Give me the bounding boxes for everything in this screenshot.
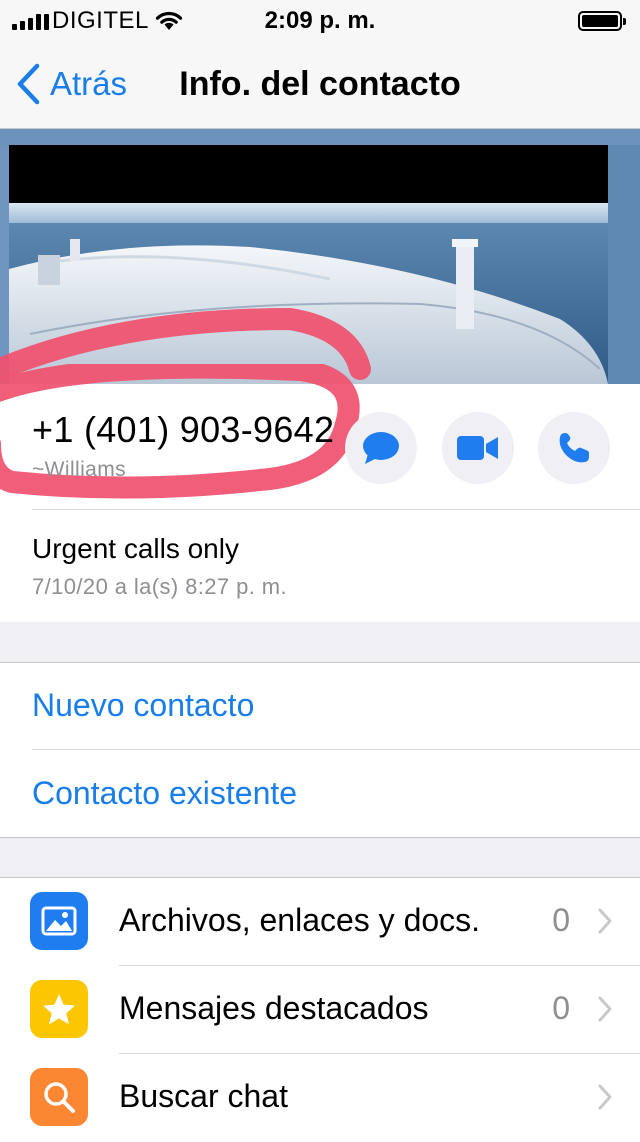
media-count: 0 xyxy=(552,902,570,938)
starred-messages-label: Mensajes destacados xyxy=(119,990,429,1026)
star-icon xyxy=(30,980,88,1038)
battery-icon xyxy=(578,11,626,31)
starred-count: 0 xyxy=(552,990,570,1026)
chat-options-group: Archivos, enlaces y docs. 0 Mensajes des… xyxy=(0,877,640,1142)
contact-about-date: 7/10/20 a la(s) 8:27 p. m. xyxy=(32,574,287,599)
existing-contact-button[interactable]: Contacto existente xyxy=(32,775,297,812)
phone-icon xyxy=(559,433,589,463)
add-contact-group: Nuevo contacto Contacto existente xyxy=(0,662,640,838)
page-title: Info. del contacto xyxy=(179,65,461,103)
clock: 2:09 p. m. xyxy=(264,7,376,34)
ship-photo-image xyxy=(0,129,640,384)
chevron-right-icon xyxy=(598,996,612,1022)
message-icon xyxy=(363,432,399,464)
voice-call-button[interactable] xyxy=(538,412,610,484)
starred-messages-row[interactable]: Mensajes destacados 0 xyxy=(0,966,640,1052)
chevron-right-icon xyxy=(598,908,612,934)
search-chat-label: Buscar chat xyxy=(119,1078,288,1114)
profile-photo[interactable] xyxy=(0,129,640,384)
media-links-docs-row[interactable]: Archivos, enlaces y docs. 0 xyxy=(0,878,640,964)
media-links-docs-label: Archivos, enlaces y docs. xyxy=(119,902,481,938)
contact-phone-number: +1 (401) 903-9642 xyxy=(32,409,335,450)
status-bar: DIGITEL 2:09 p. m. xyxy=(0,0,640,40)
divider xyxy=(32,749,640,750)
contact-about: Urgent calls only xyxy=(32,533,239,564)
contact-card: +1 (401) 903-9642 ~Williams Urgent calls… xyxy=(0,364,640,622)
new-contact-button[interactable]: Nuevo contacto xyxy=(32,687,254,724)
navigation-bar: Atrás Info. del contacto xyxy=(0,40,640,129)
video-call-button[interactable] xyxy=(442,412,514,484)
contact-alias: ~Williams xyxy=(32,458,127,481)
message-button[interactable] xyxy=(345,412,417,484)
divider xyxy=(32,509,640,510)
search-icon xyxy=(30,1068,88,1126)
video-call-icon xyxy=(457,436,498,460)
search-chat-row[interactable]: Buscar chat xyxy=(0,1054,640,1140)
chevron-right-icon xyxy=(598,1084,612,1110)
photo-icon xyxy=(30,892,88,950)
